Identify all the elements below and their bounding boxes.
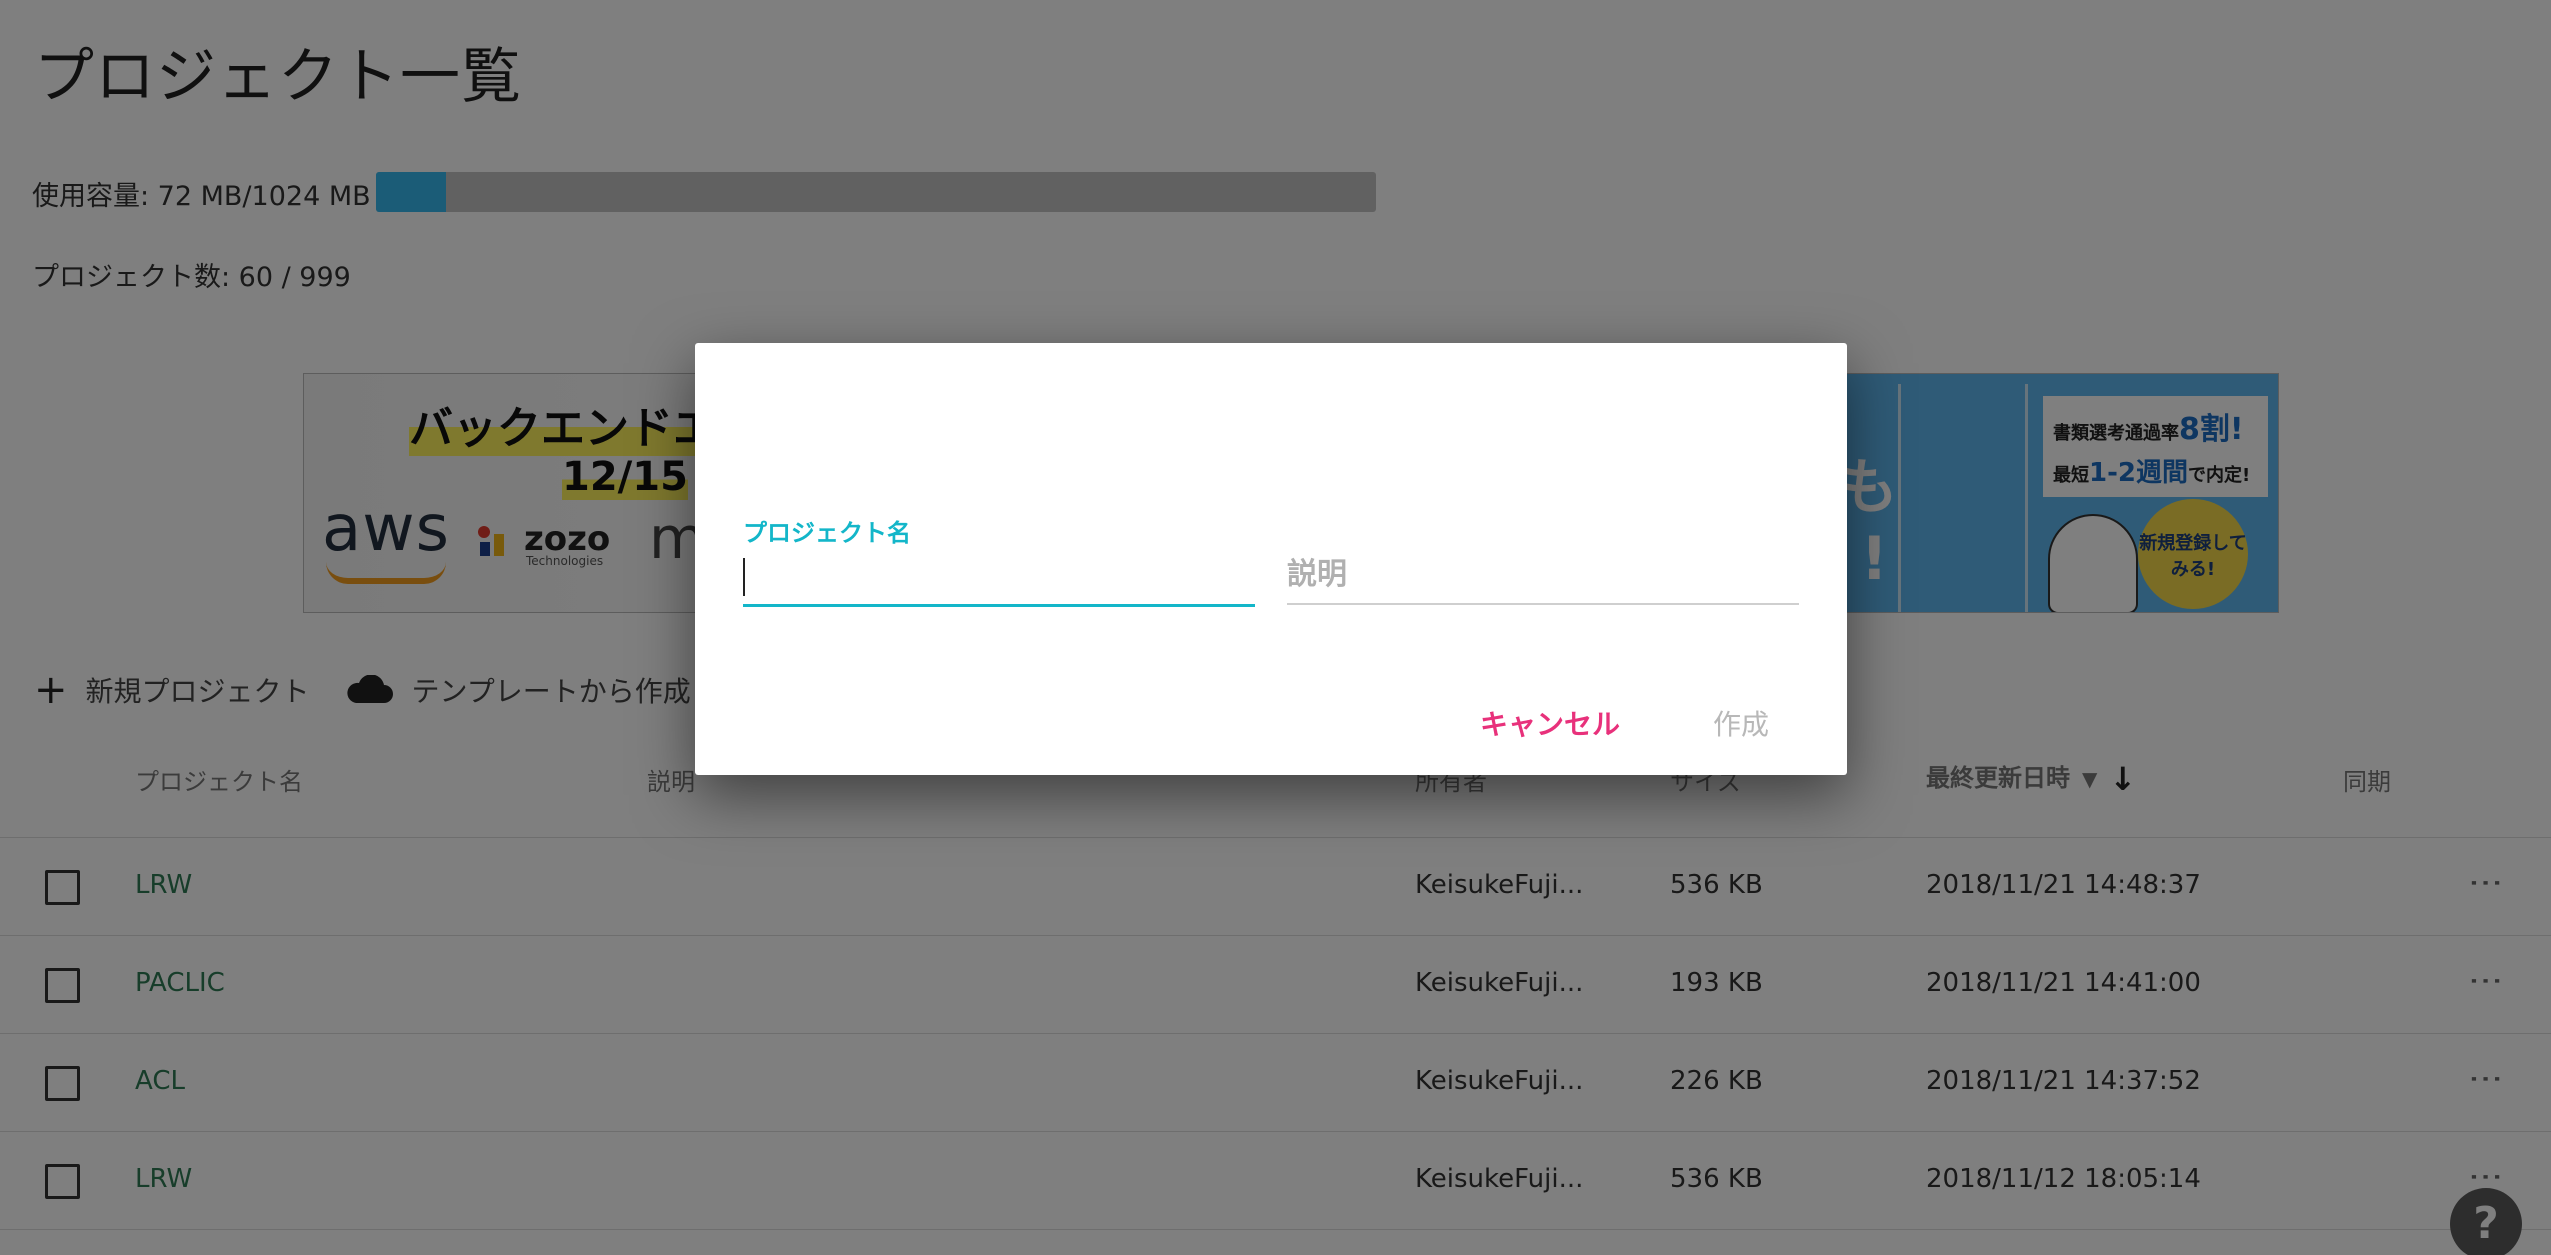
description-input[interactable] — [1287, 545, 1799, 605]
create-button[interactable]: 作成 — [1713, 703, 1769, 743]
project-name-field: プロジェクト名 — [743, 513, 1255, 613]
cancel-button[interactable]: キャンセル — [1480, 703, 1620, 743]
project-name-label: プロジェクト名 — [743, 519, 911, 547]
project-name-input[interactable] — [743, 553, 1255, 607]
new-project-dialog: プロジェクト名 キャンセル 作成 — [695, 343, 1847, 775]
text-cursor — [743, 558, 745, 596]
